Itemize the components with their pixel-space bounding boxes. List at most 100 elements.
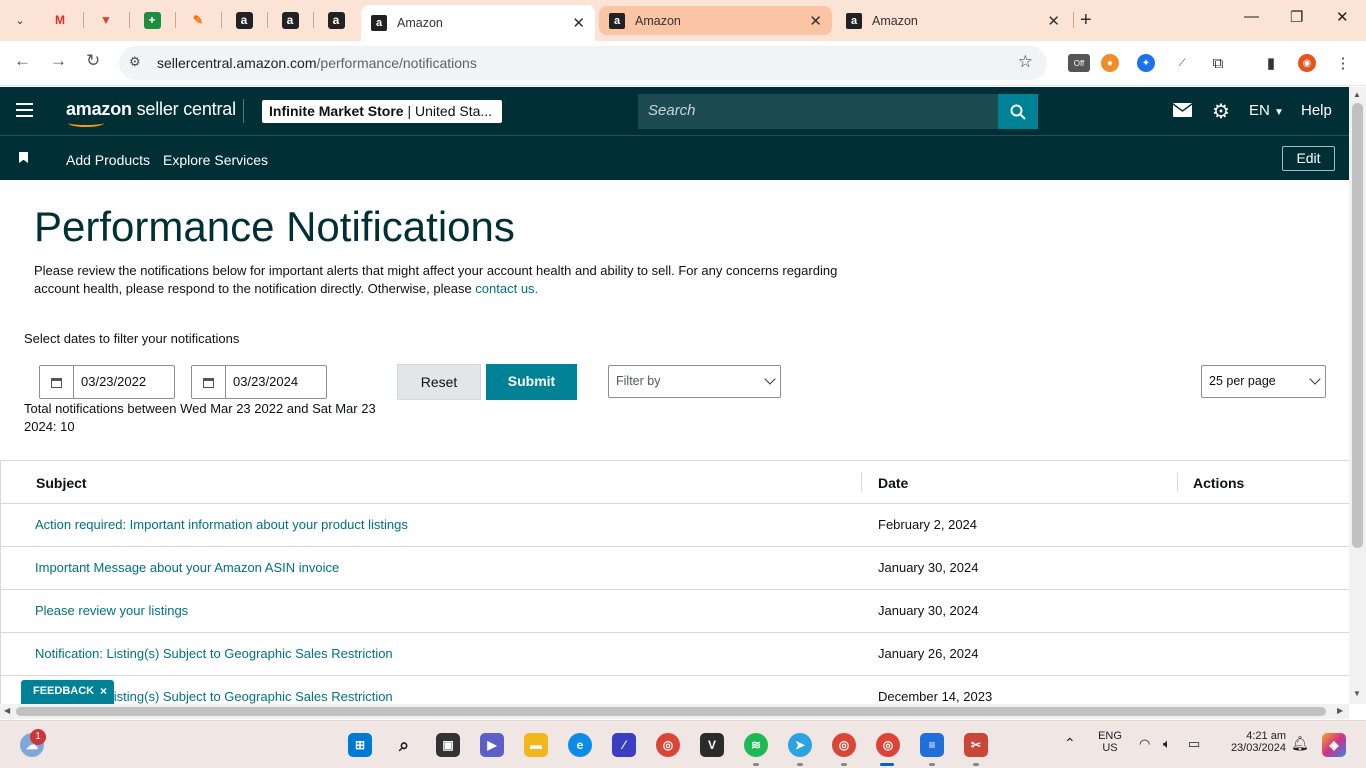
column-header-date[interactable]: Date [878, 475, 908, 491]
help-link[interactable]: Help [1301, 102, 1332, 119]
tab-search-button[interactable]: ⌄ [8, 8, 32, 32]
scroll-up-arrow-icon[interactable]: ▲ [1353, 90, 1361, 99]
filter-by-label: Filter by [616, 374, 661, 388]
close-feedback-icon[interactable]: × [100, 684, 107, 698]
bookmark-star-icon[interactable]: ☆ [1018, 52, 1033, 72]
chrome-icon[interactable]: ◎ [656, 733, 680, 757]
notification-subject-link[interactable]: Important Message about your Amazon ASIN… [35, 560, 339, 575]
extension-icon[interactable]: ✦ [1137, 54, 1155, 72]
search-input[interactable]: Search [638, 94, 998, 129]
pinned-tab-amazon-2[interactable]: a [270, 8, 310, 32]
notifications-table: Subject Date Actions Action required: Im… [0, 460, 1349, 719]
horizontal-scrollbar[interactable]: ◀ ▶ [0, 704, 1349, 719]
bookmark-icon[interactable] [19, 152, 28, 163]
start-windows-icon[interactable]: ⊞ [348, 733, 372, 757]
notification-subject-link[interactable]: Action required: Important information a… [35, 517, 408, 532]
per-page-select[interactable]: 25 per page [1201, 365, 1326, 398]
task-view-icon[interactable]: ▣ [436, 733, 460, 757]
file-explorer-icon[interactable]: ▬ [524, 733, 548, 757]
vertical-scrollbar[interactable]: ▲ ▼ [1349, 87, 1366, 704]
vertical-scroll-thumb[interactable] [1352, 103, 1363, 548]
new-tab-button[interactable]: + [1080, 9, 1092, 32]
column-header-subject[interactable]: Subject [36, 475, 87, 491]
amazon-icon: a [371, 15, 387, 31]
extension-icon[interactable]: ● [1101, 54, 1119, 72]
notification-date: January 30, 2024 [878, 560, 979, 575]
url-domain: sellercentral.amazon.com [157, 55, 317, 71]
reset-button[interactable]: Reset [397, 364, 481, 400]
amazon-icon: a [846, 12, 862, 29]
seller-central-logo[interactable]: amazon seller central [66, 99, 236, 127]
spotify-icon[interactable]: ≋ [744, 733, 768, 757]
copilot-icon[interactable]: ◈ [1322, 733, 1346, 757]
battery-icon[interactable]: ▭ [1188, 736, 1200, 752]
scroll-right-arrow-icon[interactable]: ▶ [1337, 706, 1343, 715]
show-hidden-icons-chevron-icon[interactable]: ⌃ [1064, 735, 1076, 752]
close-tab-icon[interactable]: ✕ [572, 14, 585, 32]
reload-button[interactable]: ↻ [86, 51, 100, 71]
store-selector[interactable]: Infinite Market Store | United Sta... [262, 100, 502, 123]
close-tab-icon[interactable]: ✕ [1047, 12, 1060, 30]
teams-icon[interactable]: ▶ [480, 733, 504, 757]
extensions-puzzle-icon[interactable]: ⧉ [1209, 54, 1227, 72]
end-date-field[interactable]: 03/23/2024 [191, 365, 327, 399]
volume-icon[interactable]: 🔈︎ [1163, 736, 1171, 752]
pinned-tab-amazon-1[interactable]: a [224, 8, 264, 32]
extension-off-icon[interactable]: Off [1068, 54, 1090, 72]
calendar-icon[interactable] [192, 366, 226, 398]
pinned-tab-sheets[interactable]: + [132, 8, 172, 32]
chrome-profile-icon[interactable]: ◎ [832, 733, 856, 757]
tab-amazon-active[interactable]: a Amazon ✕ [361, 5, 595, 41]
input-language[interactable]: ENG US [1094, 730, 1126, 754]
search-button[interactable] [998, 94, 1038, 129]
settings-gear-icon[interactable]: ⚙ [1212, 99, 1230, 124]
snipping-tool-icon[interactable]: ✂ [964, 733, 988, 757]
side-panel-icon[interactable]: ▮ [1262, 54, 1280, 72]
site-settings-icon[interactable]: ⚙ [129, 54, 141, 70]
language-selector[interactable]: EN ▼ [1249, 102, 1284, 119]
browser-menu-icon[interactable]: ⋮ [1334, 54, 1352, 72]
notification-bell-icon[interactable]: 🔔︎ [1291, 735, 1309, 752]
wifi-icon[interactable]: ◠ [1139, 736, 1150, 752]
notification-subject-link[interactable]: Notification: Listing(s) Subject to Geog… [35, 646, 393, 661]
minimize-button[interactable]: — [1244, 8, 1259, 25]
tab-amazon-highlighted[interactable]: a Amazon ✕ [599, 6, 832, 35]
feedback-button[interactable]: FEEDBACK × [21, 680, 114, 704]
contact-us-link[interactable]: contact us. [475, 281, 538, 296]
filter-by-select[interactable]: Filter by [608, 365, 781, 398]
notepad-icon[interactable]: ≡ [920, 733, 944, 757]
close-window-button[interactable]: ✕ [1336, 8, 1349, 26]
calendar-icon[interactable] [40, 366, 74, 398]
pinned-tab-gmail[interactable]: M [40, 8, 80, 32]
clock[interactable]: 4:21 am 23/03/2024 [1216, 730, 1286, 754]
close-tab-icon[interactable]: ✕ [809, 12, 822, 30]
search-icon[interactable]: ⌕ [392, 733, 416, 757]
telegram-icon[interactable]: ➤ [788, 733, 812, 757]
url-text[interactable]: sellercentral.amazon.com/performance/not… [157, 55, 477, 71]
profile-avatar[interactable]: ◉ [1298, 54, 1316, 72]
edge-icon[interactable]: e [568, 733, 592, 757]
pinned-tab-amazon-3[interactable]: a [316, 8, 356, 32]
edit-button[interactable]: Edit [1282, 146, 1335, 171]
scroll-down-arrow-icon[interactable]: ▼ [1353, 689, 1361, 698]
app-icon[interactable]: ⁄ [612, 733, 636, 757]
explore-services-link[interactable]: Explore Services [163, 152, 268, 168]
back-button[interactable]: ← [14, 51, 31, 71]
forward-button[interactable]: → [50, 51, 67, 71]
submit-button[interactable]: Submit [486, 364, 577, 400]
tab-amazon[interactable]: a Amazon ✕ [836, 6, 1070, 35]
restore-button[interactable]: ❐ [1290, 8, 1303, 26]
horizontal-scroll-thumb[interactable] [16, 707, 1326, 716]
scroll-left-arrow-icon[interactable]: ◀ [4, 706, 10, 715]
chrome-active-icon[interactable]: ◎ [876, 733, 900, 757]
pinned-tab-app[interactable]: ✎ [178, 8, 218, 32]
start-date-field[interactable]: 03/23/2022 [39, 365, 175, 399]
pinned-tab-todoist[interactable]: ▼ [86, 8, 126, 32]
extension-icon[interactable]: ⟋ [1173, 54, 1191, 72]
app-icon[interactable]: V [700, 733, 724, 757]
add-products-link[interactable]: Add Products [66, 152, 150, 168]
notification-subject-link[interactable]: Please review your listings [35, 603, 188, 618]
address-bar[interactable]: ⚙ sellercentral.amazon.com/performance/n… [119, 46, 1047, 80]
hamburger-menu-icon[interactable] [16, 103, 33, 121]
mail-icon[interactable] [1172, 101, 1193, 122]
